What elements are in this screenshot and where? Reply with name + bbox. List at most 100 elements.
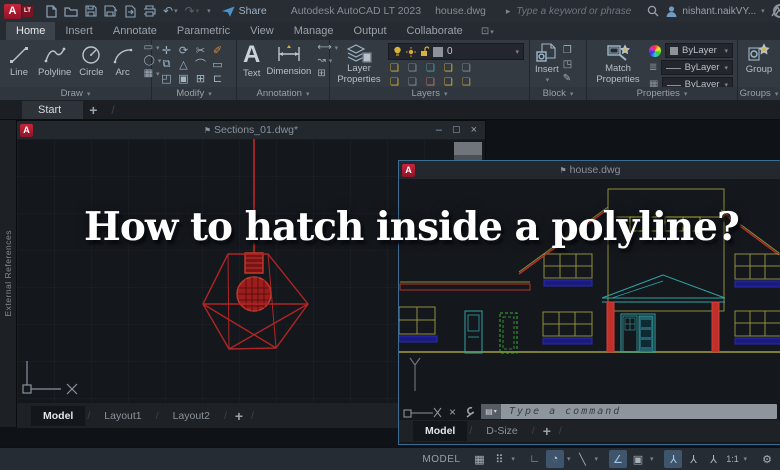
tab-collaborate[interactable]: Collaborate <box>397 22 473 40</box>
annotation-visibility-toggle[interactable]: ⅄ <box>664 450 683 468</box>
redo-button[interactable]: ↷ ▾ <box>185 5 200 17</box>
user-account-menu[interactable]: nishant.naikVY... ▾ <box>665 5 765 18</box>
offset-tool[interactable]: ⊏ <box>213 72 222 85</box>
layout-tab-d-size[interactable]: D-Size <box>474 421 530 441</box>
chevron-right-icon[interactable]: ▸ <box>506 6 511 17</box>
fillet-tool[interactable]: ⌒ <box>195 56 206 72</box>
tab-manage[interactable]: Manage <box>284 22 344 40</box>
mirror-tool[interactable]: △ <box>179 58 187 71</box>
erase-tool[interactable]: ✐ <box>213 44 222 57</box>
panel-label-layers[interactable]: Layers ▾ <box>330 87 529 100</box>
tab-insert[interactable]: Insert <box>55 22 103 40</box>
define-attributes-tool[interactable]: ◳ <box>563 59 572 70</box>
new-drawing-tab-button[interactable]: + <box>83 102 103 118</box>
recent-commands-button[interactable]: ▤ ▾ <box>481 404 502 419</box>
panel-label-draw[interactable]: Draw ▾ <box>0 87 151 100</box>
command-input[interactable] <box>501 405 777 418</box>
object-snap-tracking-toggle[interactable]: ∠ <box>608 450 627 468</box>
sections-window-titlebar[interactable]: A ⚑ Sections_01.dwg* – ▢ × <box>17 121 485 139</box>
tab-output[interactable]: Output <box>344 22 397 40</box>
tab-view[interactable]: View <box>240 22 284 40</box>
layer-dropdown[interactable]: 0 ▾ <box>388 43 524 60</box>
tab-annotate[interactable]: Annotate <box>103 22 167 40</box>
layer-freeze-tool[interactable]: ❏ <box>426 63 435 74</box>
tab-home[interactable]: Home <box>6 22 56 40</box>
isometric-drafting-toggle[interactable]: ╲ <box>573 450 591 468</box>
layer-unisolate-tool[interactable]: ❏ <box>408 63 417 74</box>
polar-tracking-toggle[interactable]: ◔ <box>545 450 564 468</box>
model-space-label[interactable]: MODEL <box>422 454 460 465</box>
panel-label-block[interactable]: Block ▾ <box>530 87 586 100</box>
layout-tab-model[interactable]: Model <box>31 405 86 426</box>
object-snap-toggle[interactable]: ▣ <box>629 450 647 468</box>
search-icon[interactable] <box>647 5 659 17</box>
new-file-button[interactable] <box>45 4 57 18</box>
snap-mode-toggle[interactable]: ⠿ <box>490 450 508 468</box>
circle-icon <box>82 46 101 64</box>
layout-tab-layout1[interactable]: Layout1 <box>92 406 153 426</box>
rotate-tool[interactable]: ⟳ <box>179 44 188 57</box>
plot-print-button[interactable] <box>143 5 156 17</box>
stretch-tool[interactable]: ◰ <box>161 72 171 85</box>
help-icon[interactable] <box>773 4 780 18</box>
arc-tool[interactable]: Arc <box>112 44 134 78</box>
ribbon-display-toggle[interactable]: ⊡ ▾ <box>481 26 494 40</box>
trim-tool[interactable]: ✂ <box>196 44 205 57</box>
group-button[interactable]: Group <box>738 40 780 75</box>
panel-label-properties[interactable]: Properties ▾ <box>587 87 737 100</box>
app-menu-button[interactable]: A LT <box>4 3 33 19</box>
copy-tool[interactable]: ⧉ <box>163 58 171 71</box>
autoscale-toggle[interactable]: ⅄ <box>684 450 702 468</box>
lineweight-dropdown[interactable]: ByLayer ▾ <box>661 60 733 75</box>
grid-display-toggle[interactable]: ▦ <box>470 450 488 468</box>
create-block-tool[interactable]: ❐ <box>563 45 572 56</box>
search-input[interactable] <box>514 4 644 18</box>
current-scale-value[interactable]: 1:1 <box>724 450 740 468</box>
block-editor-tool[interactable]: ✎ <box>563 73 572 84</box>
save-as-button[interactable] <box>104 5 117 17</box>
new-layout-button[interactable]: + <box>229 408 249 424</box>
house-window-titlebar[interactable]: A ⚑ house.dwg <box>399 161 780 179</box>
command-line[interactable]: ▤ ▾ <box>481 404 777 419</box>
annotation-scale-button[interactable]: ⅄ <box>704 450 722 468</box>
new-layout-button[interactable]: + <box>537 423 557 439</box>
customization-gear-button[interactable]: ⚙ <box>758 450 776 468</box>
maximize-button[interactable]: ▢ <box>452 124 461 136</box>
circle-tool[interactable]: Circle <box>79 44 104 78</box>
array-tool[interactable]: ⊞ <box>196 72 205 85</box>
layout-tab-layout2[interactable]: Layout2 <box>161 406 222 426</box>
open-file-button[interactable] <box>64 5 78 17</box>
share-button[interactable]: Share <box>221 5 267 17</box>
layer-match-tool[interactable]: ❏ <box>462 63 471 74</box>
tab-parametric[interactable]: Parametric <box>167 22 240 40</box>
explode-tool[interactable]: ▭ <box>212 58 222 71</box>
scale-tool[interactable]: ▣ <box>178 72 188 85</box>
ortho-mode-toggle[interactable]: ∟ <box>526 450 544 468</box>
export-button[interactable] <box>124 4 136 18</box>
minimize-button[interactable]: – <box>436 124 442 136</box>
line-tool[interactable]: Line <box>8 44 30 78</box>
dimension-tool[interactable]: Dimension <box>266 43 311 77</box>
match-properties-button[interactable]: Match Properties <box>592 43 644 86</box>
layer-isolate-tool[interactable]: ❏ <box>390 63 399 74</box>
layer-properties-button[interactable]: Layer Properties <box>335 43 383 86</box>
insert-block-button[interactable]: Insert ▾ <box>535 43 559 84</box>
text-tool[interactable]: A Text <box>243 43 260 80</box>
move-tool[interactable]: ✛ <box>162 44 171 57</box>
external-references-palette-tab[interactable]: External References <box>0 120 17 427</box>
customize-qat-button[interactable]: ▾ <box>207 7 211 15</box>
object-color-dropdown[interactable]: ByLayer ▾ <box>665 43 733 58</box>
panel-label-groups[interactable]: Groups ▾ <box>738 87 780 100</box>
save-button[interactable] <box>85 5 97 17</box>
layer-lock-tool[interactable]: ❏ <box>444 63 453 74</box>
cancel-icon[interactable]: × <box>449 405 456 419</box>
customization-wrench-icon[interactable] <box>462 406 475 418</box>
polyline-tool[interactable]: Polyline <box>38 44 71 78</box>
tab-start[interactable]: Start <box>22 100 84 119</box>
undo-button[interactable]: ↶ ▾ <box>163 5 178 17</box>
panel-label-annotation[interactable]: Annotation ▾ <box>237 87 329 100</box>
panel-properties: Match Properties ByLayer ▾ ≣ ByLayer ▾ ▦… <box>587 40 738 100</box>
layout-tab-model[interactable]: Model <box>413 421 468 441</box>
close-button[interactable]: × <box>471 124 477 136</box>
panel-label-modify[interactable]: Modify ▾ <box>152 87 236 100</box>
